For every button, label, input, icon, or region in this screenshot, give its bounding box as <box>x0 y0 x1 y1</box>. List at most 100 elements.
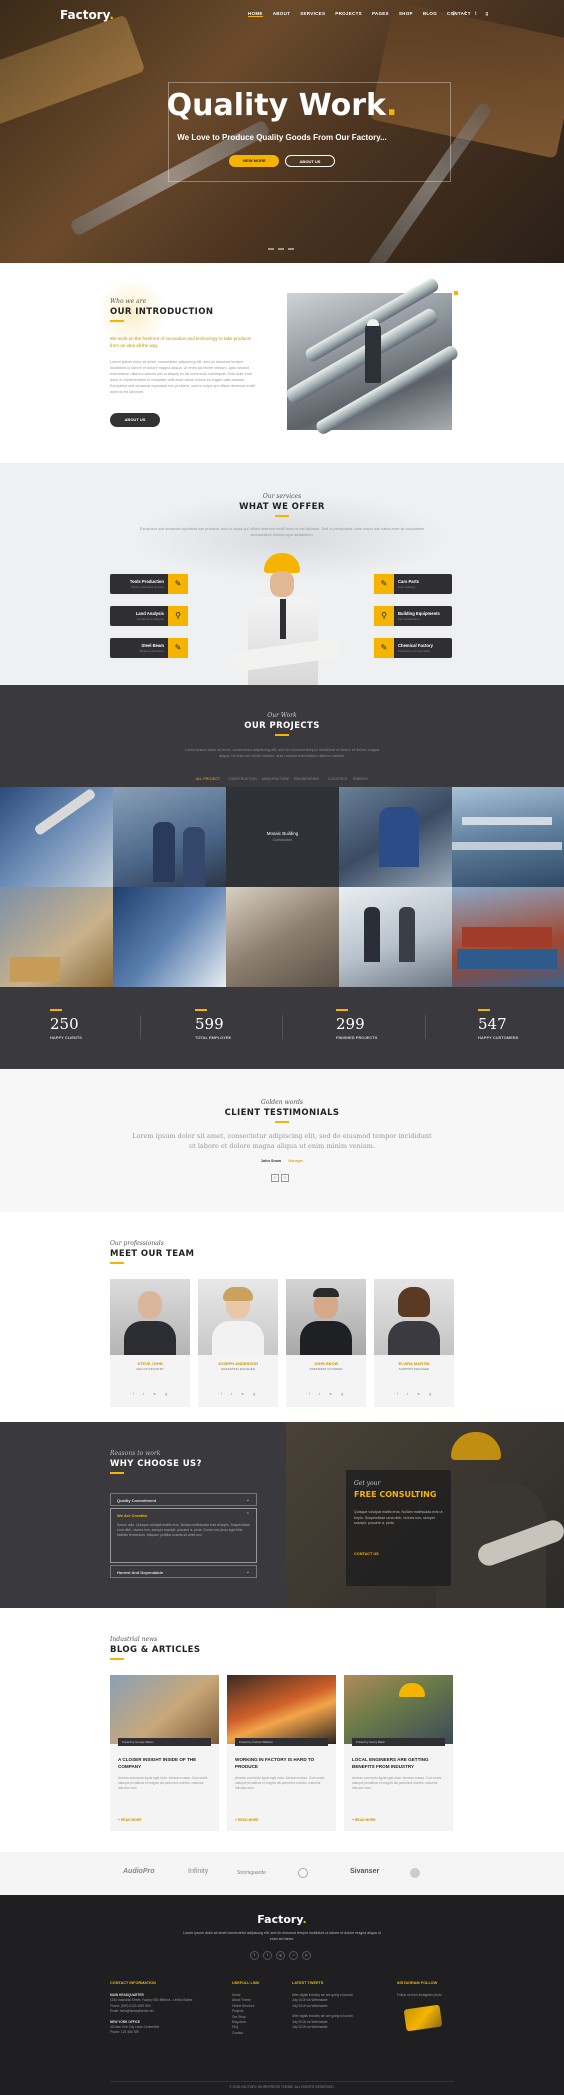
filter-logistics[interactable]: LOGISTICS <box>328 777 347 781</box>
nav-pages[interactable]: PAGES <box>372 11 389 17</box>
facebook-icon[interactable]: f <box>250 1951 259 1960</box>
facebook-icon[interactable]: f <box>221 1391 222 1396</box>
post-title[interactable]: WORKING IN FACTORY IS HARD TO PRODUCE <box>235 1756 330 1770</box>
accordion-we-are-creative[interactable]: We Are Creative ⌃ Donec odio. Quisque vo… <box>110 1508 257 1563</box>
twitter-icon[interactable]: t <box>407 1391 408 1396</box>
nav-shop[interactable]: SHOP <box>399 11 413 17</box>
footer-line: Phone: 123 456 789 <box>110 2030 139 2035</box>
service-chemical-factory[interactable]: ✎ Chemical Factory Production of chemica… <box>374 638 452 658</box>
next-arrow-icon[interactable]: › <box>281 1174 289 1182</box>
google-plus-icon[interactable]: g <box>253 1391 255 1396</box>
project-tile[interactable] <box>452 787 564 887</box>
slider-pager[interactable] <box>268 248 294 250</box>
twitter-icon[interactable]: t <box>475 11 476 17</box>
facebook-icon[interactable]: f <box>133 1391 134 1396</box>
post-excerpt: Aenean commodo ligula eget dolor. Aenean… <box>118 1776 208 1790</box>
google-plus-icon[interactable]: g <box>429 1391 431 1396</box>
nav-services[interactable]: SERVICES <box>300 11 325 17</box>
partner-logo-mark <box>298 1868 308 1878</box>
hair-shape <box>223 1287 253 1301</box>
partner-logo[interactable]: Infinity <box>188 1868 208 1875</box>
footer-logo[interactable]: Factory. <box>0 1913 564 1926</box>
linkedin-icon[interactable]: in <box>241 1391 244 1396</box>
counter-number: 599 <box>195 1014 224 1033</box>
read-more-link[interactable]: + READ MORE <box>118 1818 142 1822</box>
facebook-icon[interactable]: f <box>397 1391 398 1396</box>
team-card[interactable]: ELVIRA MARTIN SUPPORT MANAGER f t in g <box>374 1279 454 1407</box>
partner-logo[interactable]: Stromgaarde <box>237 1870 266 1876</box>
filter-energy[interactable]: ENERGY <box>353 777 368 781</box>
prev-arrow-icon[interactable]: ‹ <box>271 1174 279 1182</box>
counter-label: TOTAL EMPLOYEE <box>195 1034 232 1040</box>
project-tile[interactable] <box>339 787 452 887</box>
service-cars-parts[interactable]: ✎ Cars Parts Auto industry <box>374 574 452 594</box>
nav-projects[interactable]: PROJECTS <box>335 11 362 17</box>
project-tile[interactable] <box>226 887 339 987</box>
project-tile[interactable] <box>113 787 226 887</box>
linkedin-icon[interactable]: in <box>329 1391 332 1396</box>
pinterest-icon[interactable]: p <box>302 1951 311 1960</box>
pipe-shape <box>314 343 460 437</box>
project-tile-hover[interactable]: Mosaic Building Construction <box>226 787 339 887</box>
post-title[interactable]: A CLOSER INSIGHT INSIDE OF THE COMPANY <box>118 1756 213 1770</box>
worker-helmet <box>451 1432 501 1460</box>
partner-logo[interactable]: Sivanser <box>350 1868 379 1875</box>
container-shape <box>462 927 552 947</box>
nav-blog[interactable]: BLOG <box>423 11 437 17</box>
instagram-icon[interactable]: ○ <box>289 1951 298 1960</box>
view-more-button[interactable]: VIEW MORE <box>229 155 279 167</box>
google-plus-icon[interactable]: g <box>165 1391 167 1396</box>
google-plus-icon[interactable]: g <box>276 1951 285 1960</box>
project-tile[interactable] <box>113 887 226 987</box>
post-image <box>227 1675 336 1744</box>
footer-link[interactable]: Contact <box>232 2031 254 2036</box>
project-tile[interactable] <box>0 887 113 987</box>
project-tile[interactable] <box>339 887 452 987</box>
service-steel-beam[interactable]: Steel Beam Metal construction ✎ <box>110 638 188 658</box>
google-plus-icon[interactable]: g <box>485 11 488 17</box>
service-tools-production[interactable]: Tools Production Pliers, wrenches & more… <box>110 574 188 594</box>
counter-happy-clients: 250 HAPPY CLIENTS <box>50 1009 82 1040</box>
accordion-honest-dependable[interactable]: Honest And Dependable ⌄ <box>110 1565 257 1578</box>
twitter-icon[interactable]: t <box>319 1391 320 1396</box>
logo[interactable]: Factory. <box>60 8 114 22</box>
service-land-analysis[interactable]: Land Analysis Computer's analysis ⚲ <box>110 606 188 626</box>
blog-post[interactable]: Posted by Sonny Black LOCAL ENGINEERS AR… <box>344 1675 453 1831</box>
twitter-icon[interactable]: t <box>263 1951 272 1960</box>
nav-home[interactable]: HOME <box>248 11 263 17</box>
blog-post[interactable]: Posted by Andrew Williams WORKING IN FAC… <box>227 1675 336 1831</box>
about-us-button[interactable]: ABOUT US <box>285 155 335 167</box>
service-building-equipments[interactable]: ⚲ Building Equipments For construction <box>374 606 452 626</box>
facebook-icon[interactable]: f <box>309 1391 310 1396</box>
nav-about[interactable]: ABOUT <box>273 11 291 17</box>
project-tile[interactable] <box>0 787 113 887</box>
linkedin-icon[interactable]: in <box>417 1391 420 1396</box>
accordion-quality-commitment[interactable]: Quality Commitment ⌄ <box>110 1493 257 1506</box>
instagram-thumbnail[interactable] <box>403 2004 443 2032</box>
team-card[interactable]: JOSEPH ANDERSON MARKETING MANAGER f t in g <box>198 1279 278 1407</box>
partner-logo[interactable]: AudioPro <box>123 1868 155 1875</box>
project-tile[interactable] <box>452 887 564 987</box>
google-plus-icon[interactable]: g <box>341 1391 343 1396</box>
filter-manufacture[interactable]: MANUFACTURE <box>262 777 289 781</box>
filter-engineering[interactable]: ENGINEERING <box>294 777 319 781</box>
hero-title: Quality Work. <box>166 88 398 123</box>
facebook-icon[interactable]: f <box>465 11 466 17</box>
twitter-icon[interactable]: t <box>143 1391 144 1396</box>
intro-body: Lorem ipsum dolor sit amet, consectetur … <box>110 360 256 394</box>
linkedin-icon[interactable]: in <box>153 1391 156 1396</box>
search-icon[interactable]: ⚲ <box>452 11 456 17</box>
blog-post[interactable]: Posted by George Wilson A CLOSER INSIGHT… <box>110 1675 219 1831</box>
contact-us-link[interactable]: CONTACT US <box>354 1552 379 1556</box>
post-title[interactable]: LOCAL ENGINEERS ARE GETTING BENEFITS FRO… <box>352 1756 447 1770</box>
intro-about-button[interactable]: ABOUT US <box>110 413 160 427</box>
filter-all-project[interactable]: ALL PROJECT <box>196 777 220 781</box>
partner-logo-mark <box>410 1868 420 1878</box>
read-more-link[interactable]: + READ MORE <box>352 1818 376 1822</box>
twitter-icon[interactable]: t <box>231 1391 232 1396</box>
filter-construction[interactable]: CONSTRUCTION <box>228 777 257 781</box>
team-card[interactable]: STEVE JOHN CEO OF INDUSTRY f t in g <box>110 1279 190 1407</box>
read-more-link[interactable]: + READ MORE <box>235 1818 259 1822</box>
counter-number: 299 <box>336 1014 365 1033</box>
team-card[interactable]: JOHN SNOW PRESIDENT FOUNDER f t in g <box>286 1279 366 1407</box>
